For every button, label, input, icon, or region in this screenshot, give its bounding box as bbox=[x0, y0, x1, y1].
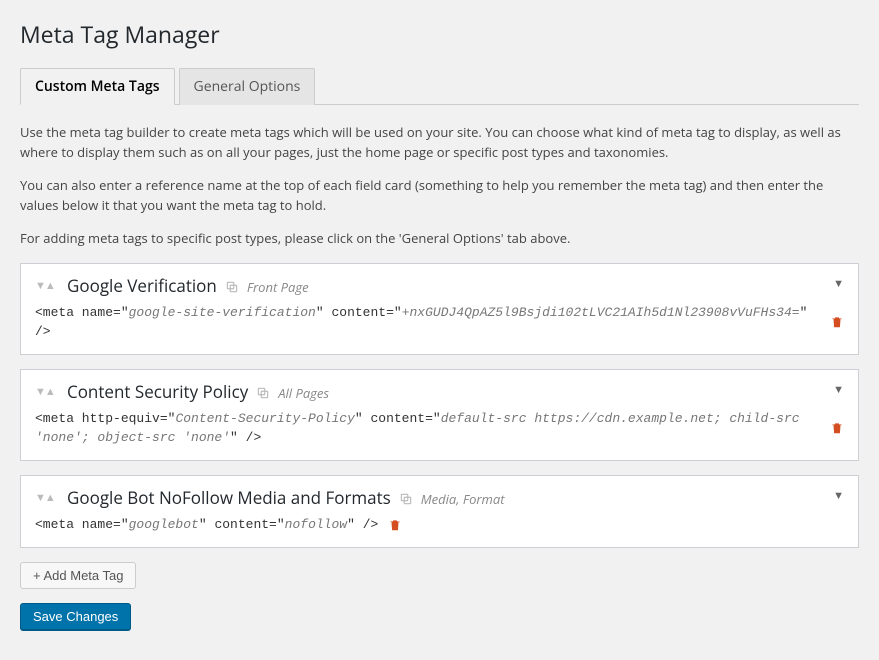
meta-tag-card: ▼ ▼▲ Content Security Policy All Pages <… bbox=[20, 369, 859, 461]
delete-icon[interactable] bbox=[388, 515, 402, 535]
tab-custom-meta-tags[interactable]: Custom Meta Tags bbox=[20, 68, 175, 105]
plus-icon: + bbox=[33, 568, 41, 583]
delete-icon[interactable] bbox=[830, 418, 844, 438]
delete-icon[interactable] bbox=[830, 312, 844, 332]
add-meta-tag-button[interactable]: + Add Meta Tag bbox=[20, 562, 136, 589]
intro-paragraph: Use the meta tag builder to create meta … bbox=[20, 123, 859, 162]
meta-tag-card: ▼ ▼▲ Google Verification Front Page <met… bbox=[20, 263, 859, 355]
meta-tag-code: <meta name="google-site-verification" co… bbox=[35, 303, 820, 342]
meta-tag-code: <meta http-equiv="Content-Security-Polic… bbox=[35, 409, 820, 448]
card-title: Google Bot NoFollow Media and Formats bbox=[67, 486, 391, 509]
intro-paragraph: You can also enter a reference name at t… bbox=[20, 176, 859, 215]
card-scope: All Pages bbox=[278, 384, 329, 402]
tab-general-options[interactable]: General Options bbox=[179, 68, 316, 105]
copy-icon[interactable] bbox=[225, 278, 239, 297]
intro-text: Use the meta tag builder to create meta … bbox=[20, 123, 859, 249]
card-scope: Front Page bbox=[247, 278, 309, 296]
collapse-toggle[interactable]: ▼ bbox=[833, 276, 844, 291]
collapse-toggle[interactable]: ▼ bbox=[833, 382, 844, 397]
copy-icon[interactable] bbox=[399, 490, 413, 509]
page-title: Meta Tag Manager bbox=[20, 18, 859, 50]
drag-handle-icon[interactable]: ▼▲ bbox=[35, 486, 59, 505]
card-title: Content Security Policy bbox=[67, 380, 248, 403]
drag-handle-icon[interactable]: ▼▲ bbox=[35, 380, 59, 399]
meta-tag-card: ▼ ▼▲ Google Bot NoFollow Media and Forma… bbox=[20, 475, 859, 548]
card-title: Google Verification bbox=[67, 274, 217, 297]
copy-icon[interactable] bbox=[256, 384, 270, 403]
add-button-label: Add Meta Tag bbox=[44, 568, 124, 583]
collapse-toggle[interactable]: ▼ bbox=[833, 488, 844, 503]
tab-bar: Custom Meta Tags General Options bbox=[20, 68, 859, 105]
intro-paragraph: For adding meta tags to specific post ty… bbox=[20, 229, 859, 249]
card-scope: Media, Format bbox=[421, 490, 505, 508]
meta-tag-code: <meta name="googlebot" content="nofollow… bbox=[35, 515, 378, 535]
drag-handle-icon[interactable]: ▼▲ bbox=[35, 274, 59, 293]
save-changes-button[interactable]: Save Changes bbox=[20, 603, 131, 630]
